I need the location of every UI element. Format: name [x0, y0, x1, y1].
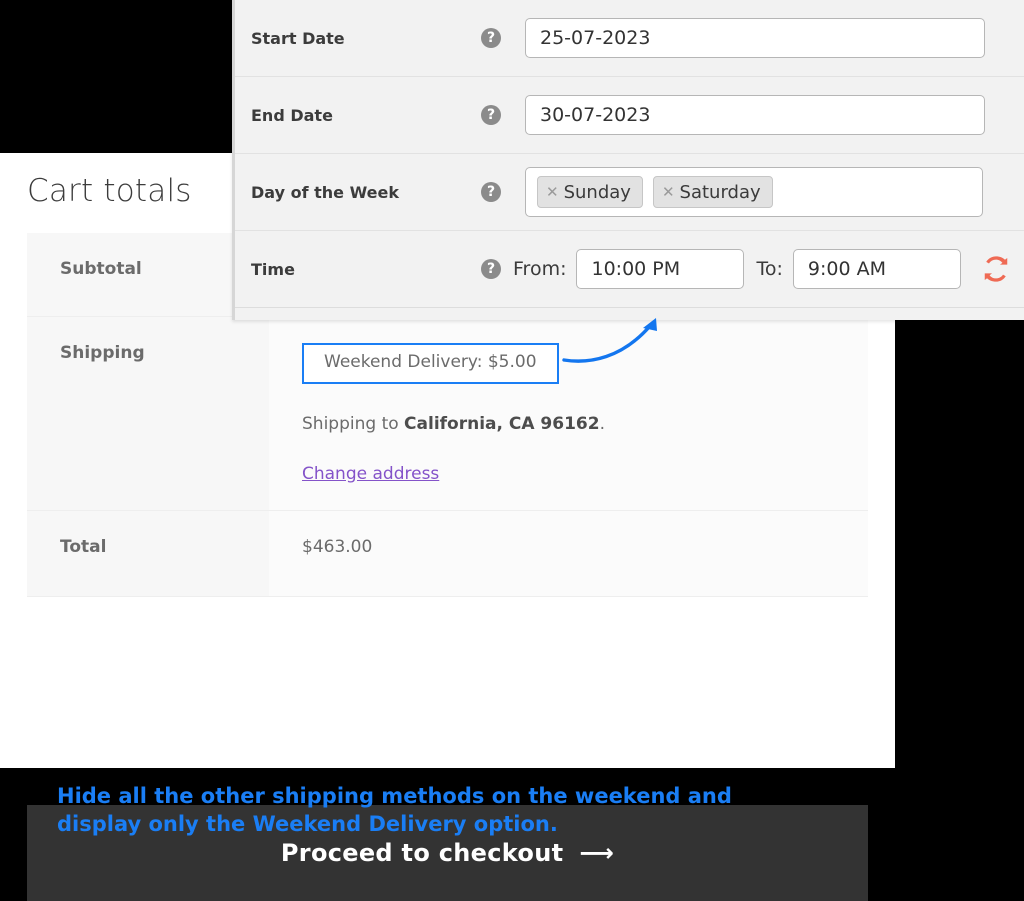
shipping-method-option-weekend-delivery[interactable]: Weekend Delivery: $5.00 — [302, 342, 559, 384]
question-mark-icon[interactable]: ? — [481, 259, 501, 279]
day-of-week-multiselect[interactable]: ✕ Sunday ✕ Saturday — [525, 167, 983, 217]
start-date-field-wrap — [525, 18, 985, 58]
tag-sunday[interactable]: ✕ Sunday — [537, 176, 643, 208]
shipping-destination-suffix: . — [599, 413, 605, 434]
time-to-input[interactable] — [792, 249, 961, 289]
close-icon[interactable]: ✕ — [662, 183, 675, 201]
shipping-destination-prefix: Shipping to — [302, 413, 405, 434]
question-mark-icon[interactable]: ? — [481, 105, 501, 125]
tag-saturday[interactable]: ✕ Saturday — [652, 176, 773, 208]
shipping-destination-text: Shipping to California, CA 96162. — [302, 414, 868, 434]
time-label: Time — [251, 259, 295, 279]
day-of-week-label: Day of the Week — [251, 182, 399, 202]
total-amount: $463.00 — [302, 536, 373, 557]
caption-line-2: display only the Weekend Delivery option… — [57, 812, 558, 837]
shipping-rule-settings-panel: Start Date ? End Date ? Day of the Week … — [232, 0, 1024, 320]
question-mark-icon[interactable]: ? — [481, 28, 501, 48]
question-mark-icon[interactable]: ? — [481, 182, 501, 202]
change-address-link[interactable]: Change address — [302, 464, 439, 484]
arrow-right-icon: ⟶ — [579, 839, 615, 867]
settings-row-start-date: Start Date ? — [235, 0, 1024, 77]
caption-line-1: Hide all the other shipping methods on t… — [57, 784, 732, 808]
row-label-shipping: Shipping — [27, 316, 269, 511]
table-row: Total $463.00 — [27, 510, 868, 597]
settings-row-day-of-week: Day of the Week ? ✕ Sunday ✕ Saturday — [235, 154, 1024, 231]
table-row: Shipping Weekend Delivery: $5.00 Shippin… — [27, 316, 868, 511]
start-date-input[interactable] — [525, 18, 985, 58]
tag-label: Sunday — [563, 181, 631, 203]
end-date-label: End Date — [251, 105, 333, 125]
shipping-destination-address: California, CA 96162 — [404, 413, 600, 434]
time-from-input[interactable] — [576, 249, 745, 289]
start-date-label: Start Date — [251, 28, 345, 48]
tag-label: Saturday — [679, 181, 761, 203]
refresh-sync-icon[interactable] — [981, 254, 1011, 284]
page-title: Cart totals — [27, 173, 192, 209]
end-date-field-wrap — [525, 95, 985, 135]
row-label-total: Total — [27, 510, 269, 597]
end-date-input[interactable] — [525, 95, 985, 135]
annotation-caption: Hide all the other shipping methods on t… — [57, 782, 817, 839]
settings-row-time: Time ? From: To: — [235, 231, 1024, 308]
checkout-button-label: Proceed to checkout — [280, 839, 564, 867]
time-to-label: To: — [756, 258, 783, 280]
close-icon[interactable]: ✕ — [546, 183, 559, 201]
row-value-total: $463.00 — [269, 510, 868, 597]
row-value-shipping: Weekend Delivery: $5.00 Shipping to Cali… — [269, 316, 868, 511]
time-from-label: From: — [513, 258, 567, 280]
day-of-week-field-wrap: ✕ Sunday ✕ Saturday — [525, 167, 983, 217]
settings-row-end-date: End Date ? — [235, 77, 1024, 154]
